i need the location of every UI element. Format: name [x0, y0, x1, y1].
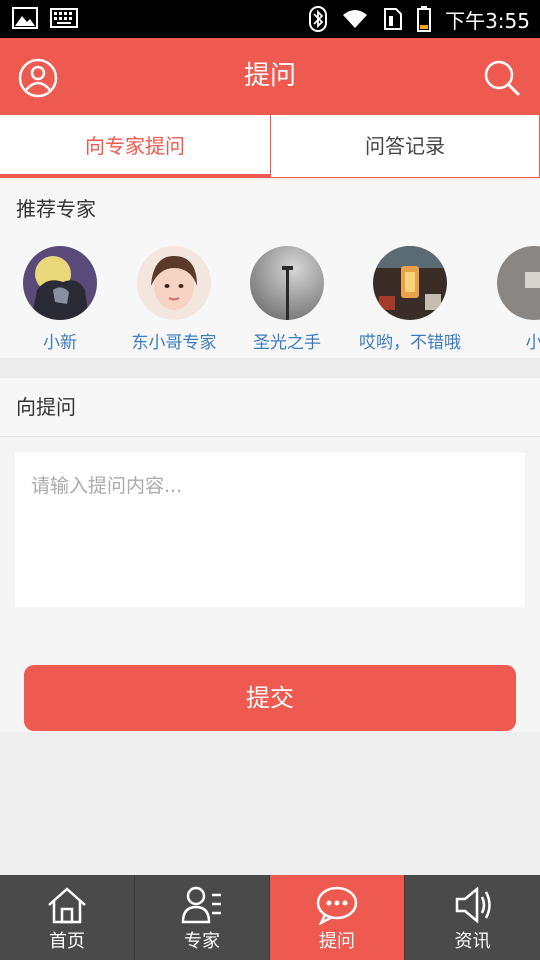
expert-name: 哎哟，不错哦	[359, 333, 461, 353]
battery-icon	[417, 6, 432, 32]
search-icon	[484, 60, 521, 97]
nav-label: 提问	[319, 931, 355, 952]
expert-card[interactable]: 东小哥专家	[114, 246, 234, 353]
image-notification-icon	[12, 7, 38, 29]
tab-bar: 向专家提问 问答记录	[0, 114, 540, 178]
status-bar: 下午3:55	[0, 0, 540, 38]
expert-card[interactable]: 圣光之手	[227, 246, 347, 353]
section-divider	[0, 358, 540, 378]
nav-news[interactable]: 资讯	[405, 875, 540, 960]
tab-qa-history[interactable]: 问答记录	[270, 114, 540, 178]
app-header: 提问	[0, 38, 540, 114]
bottom-nav: 首页 专家 提问 资讯	[0, 875, 540, 960]
nav-label: 首页	[49, 931, 85, 952]
expert-carousel[interactable]: 小新 东小哥专家 圣光之手 哎哟，不错哦 小	[0, 238, 540, 358]
home-icon	[48, 887, 86, 924]
recommend-title: 推荐专家	[16, 197, 96, 221]
nav-home[interactable]: 首页	[0, 875, 135, 960]
question-header: 向提问	[0, 378, 540, 437]
expert-card[interactable]: 小	[474, 246, 540, 353]
wifi-icon	[343, 10, 368, 28]
clock: 下午3:55	[445, 8, 530, 33]
expert-card[interactable]: 小新	[0, 246, 120, 353]
avatar	[137, 246, 211, 320]
keyboard-icon	[50, 8, 78, 28]
submit-button[interactable]: 提交	[24, 665, 516, 731]
question-input[interactable]	[15, 453, 525, 607]
expert-name: 小	[525, 333, 540, 353]
search-button[interactable]	[482, 58, 522, 98]
nav-label: 资讯	[454, 931, 491, 952]
question-form: 提交	[0, 437, 540, 732]
chat-bubble-icon	[316, 886, 358, 925]
avatar	[497, 246, 540, 320]
nav-label: 专家	[184, 931, 220, 952]
avatar	[250, 246, 324, 320]
sim-card-icon	[384, 8, 403, 30]
recommend-header: 推荐专家	[0, 180, 540, 239]
avatar	[373, 246, 447, 320]
expert-name: 小新	[43, 333, 77, 353]
nav-ask[interactable]: 提问	[270, 875, 405, 960]
avatar	[23, 246, 97, 320]
expert-name: 圣光之手	[253, 333, 321, 353]
experts-list-icon	[181, 886, 221, 924]
expert-card[interactable]: 哎哟，不错哦	[350, 246, 470, 353]
expert-name: 东小哥专家	[131, 333, 217, 353]
bluetooth-icon	[309, 6, 328, 32]
page-title: 提问	[243, 61, 296, 91]
nav-experts[interactable]: 专家	[135, 875, 270, 960]
question-title: 向提问	[16, 395, 76, 419]
tab-ask-expert[interactable]: 向专家提问	[0, 114, 270, 178]
speaker-icon	[455, 886, 491, 924]
